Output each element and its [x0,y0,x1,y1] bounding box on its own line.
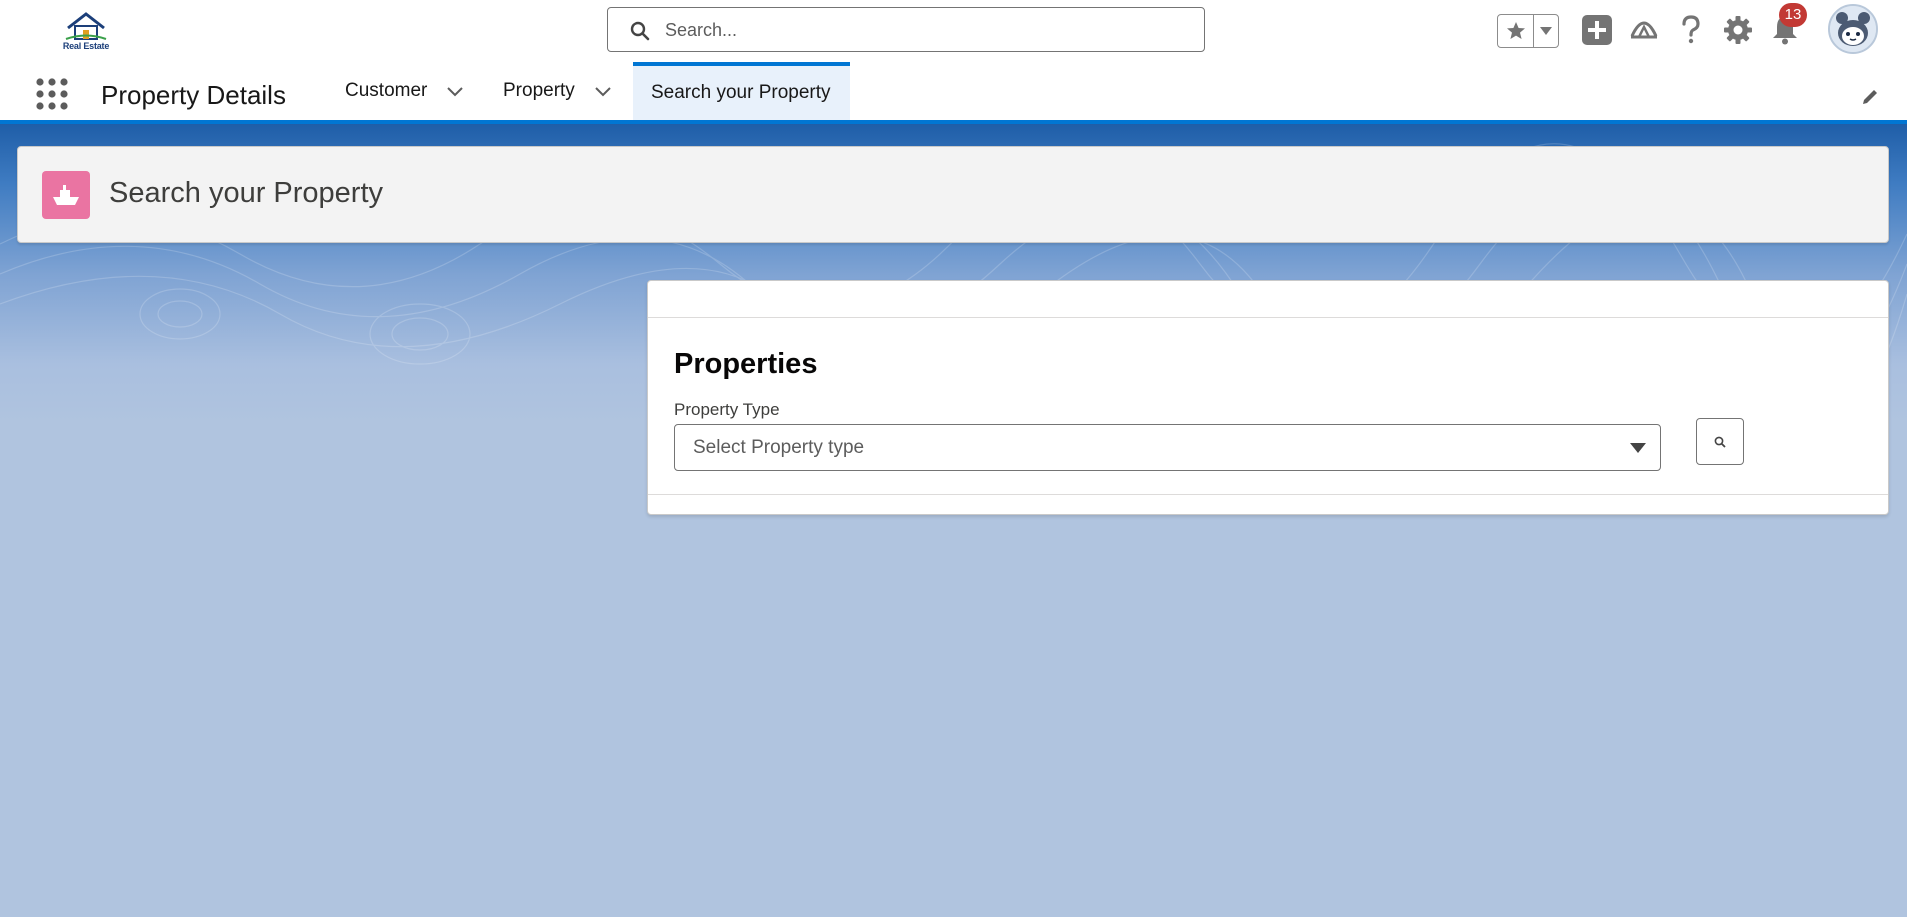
tab-property-label: Property [503,80,575,101]
global-header: Real Estate Search... 13 [0,0,1907,62]
global-search[interactable] [607,7,1205,52]
trailhead-button[interactable] [1627,13,1661,47]
search-input[interactable] [663,14,1187,46]
properties-card-body: Properties Property Type Select Property… [648,317,1888,495]
ship-icon [53,185,79,205]
edit-nav-icon[interactable] [1860,87,1880,107]
search-button[interactable] [1696,418,1744,465]
card-title: Properties [674,348,818,380]
chevron-down-icon[interactable] [445,81,465,101]
property-type-combobox[interactable]: Select Property type [674,424,1661,471]
gear-icon [1724,16,1752,44]
chevron-down-icon [1630,443,1646,453]
logo-text: Real Estate [62,41,110,51]
tab-property[interactable]: Property [503,62,613,120]
help-button[interactable] [1674,13,1708,47]
app-launcher-button[interactable] [36,78,68,110]
tab-customer[interactable]: Customer [345,62,465,120]
notification-badge: 13 [1779,3,1807,27]
page-title: Search your Property [109,177,384,209]
help-icon [1682,15,1700,44]
app-name: Property Details [101,80,286,110]
favorites-menu-button[interactable] [1534,15,1558,47]
app-logo[interactable]: Real Estate [60,10,112,54]
add-icon [1582,15,1612,45]
page-icon [42,171,90,219]
favorites-button[interactable] [1498,15,1535,47]
user-avatar[interactable] [1828,4,1878,54]
navigation-bar: Property Details Customer Property Searc… [0,62,1907,124]
page-header: Search your Property [17,146,1889,243]
global-actions-button[interactable] [1580,13,1614,47]
search-icon [630,21,650,41]
app-launcher-icon [36,78,68,110]
tab-search-your-property[interactable]: Search your Property [633,62,850,120]
property-type-label: Property Type [674,400,780,419]
chevron-down-icon [1540,27,1553,35]
favorites-group [1497,14,1559,48]
tab-customer-label: Customer [345,80,428,101]
properties-card: Properties Property Type Select Property… [647,280,1889,515]
avatar-icon [1830,6,1876,52]
setup-button[interactable] [1721,13,1755,47]
trailhead-icon [1630,21,1658,39]
tab-search-your-property-label: Search your Property [651,82,831,103]
house-logo-icon [65,12,107,40]
star-icon [1506,22,1525,39]
chevron-down-icon[interactable] [593,81,613,101]
search-icon [1714,436,1726,448]
combobox-placeholder: Select Property type [693,437,865,458]
